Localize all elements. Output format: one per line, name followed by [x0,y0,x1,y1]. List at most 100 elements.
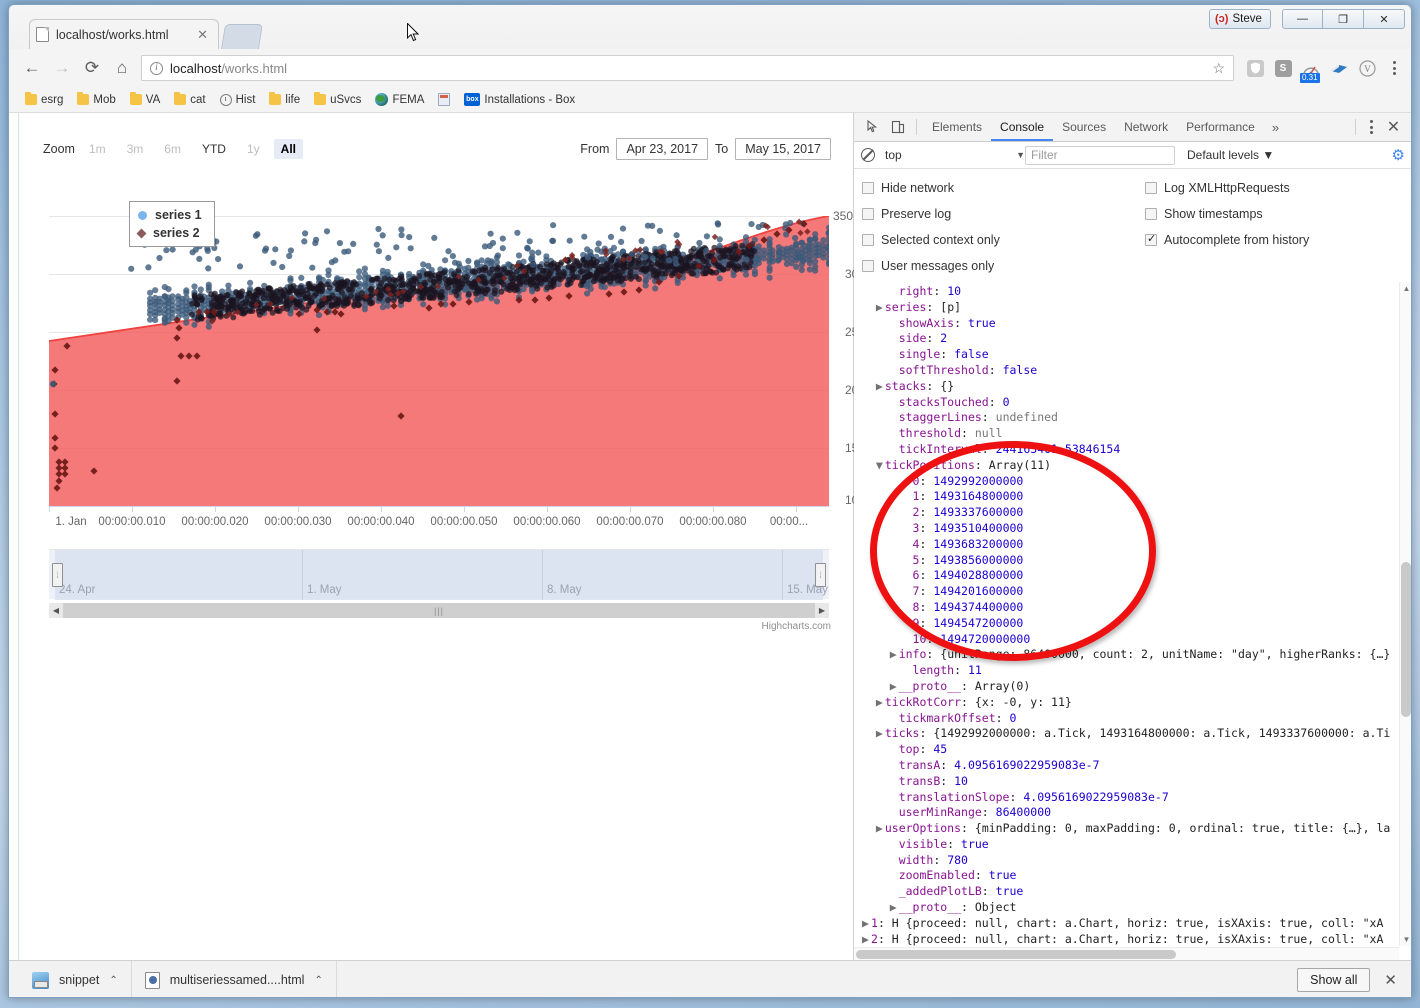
navigator-handle-right[interactable]: ⦙ [815,563,826,587]
v-extension-icon[interactable]: V [1354,55,1380,81]
scroll-up-arrow[interactable]: ▲ [1400,282,1411,295]
bookmark-fema[interactable]: FEMA [369,91,430,108]
blue-book-extension-icon[interactable] [1326,55,1352,81]
setting-autocomplete-from-history[interactable]: Autocomplete from history [1145,227,1404,253]
execution-context-select[interactable]: top ▼ [885,148,1025,162]
new-tab-button[interactable] [221,24,263,49]
setting-user-messages-only[interactable]: User messages only [862,253,1145,279]
bookmark-installations-box[interactable]: box Installations - Box [458,91,581,108]
browser-tab[interactable]: localhost/works.html ✕ [29,19,219,49]
tab-performance[interactable]: Performance [1177,113,1264,141]
profile-button[interactable]: (ɔ) Steve [1209,9,1271,29]
tab-elements[interactable]: Elements [923,113,991,141]
bookmark-cat[interactable]: cat [168,92,211,108]
shield-extension-icon[interactable] [1242,55,1268,81]
bookmark-esrg[interactable]: esrg [19,92,69,108]
tab-network[interactable]: Network [1115,113,1177,141]
gear-icon[interactable]: ⚙ [1392,146,1405,164]
to-date-input[interactable]: May 15, 2017 [735,138,831,160]
checkbox[interactable] [862,260,874,272]
bookmark-hist[interactable]: Hist [214,92,262,108]
log-levels-dropdown[interactable]: Default levels ▼ [1187,148,1274,162]
devtools-menu-icon[interactable] [1362,120,1381,134]
scatter-point [619,225,627,232]
setting-preserve-log[interactable]: Preserve log [862,201,1145,227]
bookmark-star-icon[interactable]: ☆ [1212,60,1225,77]
range-button-3m[interactable]: 3m [120,139,151,159]
inspect-element-icon[interactable] [860,115,885,140]
s-extension-icon[interactable]: S [1270,55,1296,81]
device-toolbar-icon[interactable] [885,115,910,140]
console-output[interactable]: right: 10 ▶ series: [p] showAxis: true si… [854,282,1411,946]
range-button-6m[interactable]: 6m [157,139,188,159]
close-download-shelf-icon[interactable]: ✕ [1384,971,1397,989]
bookmark-life[interactable]: life [263,92,306,108]
tab-sources[interactable]: Sources [1053,113,1115,141]
minimize-button[interactable]: — [1282,9,1323,29]
scatter-point [742,271,750,278]
show-all-downloads-button[interactable]: Show all [1297,968,1371,992]
bookmark-usvcs[interactable]: uSvcs [308,92,367,108]
setting-selected-context-only[interactable]: Selected context only [862,227,1145,253]
tab-console[interactable]: Console [991,113,1054,141]
range-button-1m[interactable]: 1m [82,139,113,159]
legend-label: series 1 [155,208,202,222]
scrollbar-thumb[interactable]: ||| [63,603,815,618]
checkbox[interactable] [862,208,874,220]
bookmark-mob[interactable]: Mob [71,92,121,108]
back-button[interactable]: ← [17,54,47,82]
devtools-close-icon[interactable]: ✕ [1381,115,1406,140]
setting-hide-network[interactable]: Hide network [862,175,1145,201]
setting-log-xhr[interactable]: Log XMLHttpRequests [1145,175,1404,201]
maximize-button[interactable]: ❐ [1323,9,1364,29]
scatter-point [751,271,759,278]
home-button[interactable]: ⌂ [107,54,137,82]
download-item-snippet[interactable]: snippet ⌃ [19,960,132,997]
more-tabs-icon[interactable]: » [1264,120,1287,135]
navigator-handle-left[interactable]: ⦙ [52,563,63,587]
highcharts-credits[interactable]: Highcharts.com [762,621,831,632]
legend-item-series-1[interactable]: series 1 [138,208,202,222]
reload-button[interactable]: ⟳ [77,54,107,82]
scroll-down-arrow[interactable]: ▼ [1400,933,1411,946]
chart-plot-area[interactable]: 350 300 250 200 150 100 [49,209,865,528]
checkbox[interactable] [862,182,874,194]
address-bar[interactable]: i localhost/works.html ☆ [141,55,1234,81]
legend-item-series-2[interactable]: series 2 [136,226,202,240]
range-button-all[interactable]: All [273,139,303,159]
checkbox[interactable] [862,234,874,246]
speedometer-extension-icon[interactable]: 0.31 [1298,55,1324,83]
range-button-ytd[interactable]: YTD [195,139,233,159]
scrollbar-left-arrow[interactable]: ◀ [49,603,63,618]
chart-legend[interactable]: series 1 series 2 [129,201,215,247]
console-horizontal-scrollbar[interactable] [854,947,1399,960]
bookmark-doc[interactable] [432,91,456,108]
range-button-1y[interactable]: 1y [240,139,267,159]
navigator-selection-mask[interactable] [55,550,823,600]
window-close-button[interactable]: ✕ [1364,9,1405,29]
clear-console-icon[interactable] [861,148,875,162]
download-item-html[interactable]: multiseriessamed....html ⌃ [132,960,337,997]
scatter-point [328,301,335,308]
horizontal-scroll-thumb[interactable] [856,949,1176,959]
checkbox[interactable] [1145,208,1157,220]
chart-scrollbar[interactable]: ◀ ||| ▶ [49,603,829,618]
chart-navigator[interactable]: 24. Apr 1. May 8. May 15. May ⦙ ⦙ [49,549,829,600]
checkbox[interactable] [1145,232,1157,246]
page-info-icon[interactable]: i [150,61,163,75]
console-filter-input[interactable]: Filter [1025,145,1175,165]
vertical-scroll-thumb[interactable] [1401,562,1411,717]
chevron-up-icon[interactable]: ⌃ [314,975,322,986]
checkbox[interactable] [1145,182,1157,194]
scrollbar-right-arrow[interactable]: ▶ [815,603,829,618]
chevron-up-icon[interactable]: ⌃ [109,975,117,986]
from-date-input[interactable]: Apr 23, 2017 [616,138,709,160]
scatter-point [385,297,392,303]
close-icon[interactable]: ✕ [193,27,212,43]
scatter-point [386,276,393,283]
setting-show-timestamps[interactable]: Show timestamps [1145,201,1404,227]
bookmark-va[interactable]: VA [124,92,167,108]
console-vertical-scrollbar[interactable]: ▲ ▼ [1399,282,1411,946]
chrome-menu-icon[interactable] [1383,55,1405,81]
forward-button[interactable]: → [47,54,77,82]
